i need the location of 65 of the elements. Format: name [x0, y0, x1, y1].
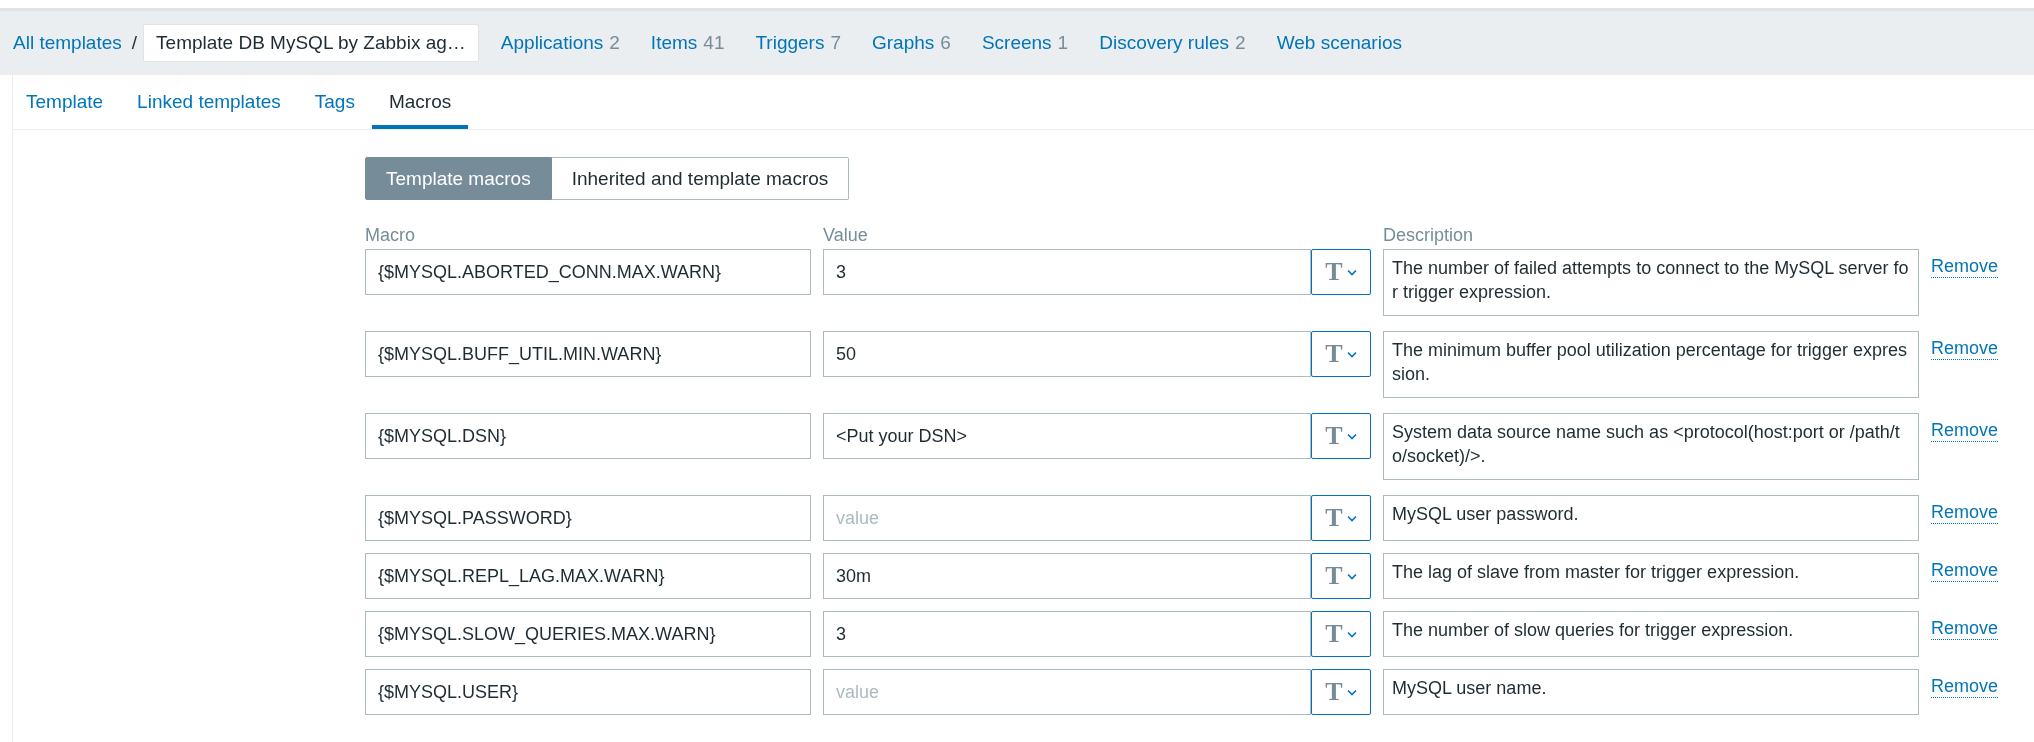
- nav-count: 1: [1057, 32, 1069, 54]
- chevron-down-icon: [1346, 514, 1357, 522]
- macro-field[interactable]: {$MYSQL.SLOW_QUERIES.MAX.WARN}: [365, 611, 811, 657]
- type-dropdown-button[interactable]: T: [1311, 495, 1371, 541]
- nav-count: 2: [1235, 32, 1246, 54]
- value-field[interactable]: <Put your DSN>: [823, 413, 1311, 459]
- chevron-down-icon: [1346, 350, 1357, 358]
- view-toggle-button[interactable]: Template macros: [365, 157, 552, 200]
- tab[interactable]: Linked templates: [120, 75, 298, 129]
- type-dropdown-button[interactable]: T: [1311, 669, 1371, 715]
- remove-link[interactable]: Remove: [1931, 560, 1999, 582]
- description-field[interactable]: The minimum buffer pool utilization percentage for trigger expression.: [1383, 331, 1919, 398]
- description-field[interactable]: The lag of slave from master for trigger expression.: [1383, 553, 1919, 599]
- nav-count: 41: [703, 32, 725, 54]
- value-field[interactable]: 3: [823, 249, 1311, 295]
- macro-field[interactable]: {$MYSQL.USER}: [365, 669, 811, 715]
- remove-link[interactable]: Remove: [1931, 420, 1999, 442]
- remove-link[interactable]: Remove: [1931, 338, 1999, 360]
- chevron-down-icon: [1346, 572, 1357, 580]
- nav-link[interactable]: Screens: [981, 32, 1052, 54]
- nav-link[interactable]: Discovery rules: [1099, 32, 1230, 54]
- tab[interactable]: Template: [9, 75, 121, 129]
- chevron-down-icon: [1346, 688, 1357, 696]
- value-field[interactable]: 3: [823, 611, 1311, 657]
- macro-field[interactable]: {$MYSQL.DSN}: [365, 413, 811, 459]
- nav-link[interactable]: Graphs: [872, 32, 935, 54]
- tab[interactable]: Tags: [297, 75, 372, 129]
- nav-count: 7: [830, 32, 841, 54]
- description-field[interactable]: MySQL user password.: [1383, 495, 1919, 541]
- description-field[interactable]: The number of failed attempts to connect to the MySQL server for trigger expression.: [1383, 249, 1919, 316]
- type-dropdown-button[interactable]: T: [1311, 553, 1371, 599]
- column-header: Macro: [365, 225, 416, 247]
- view-toggle-button[interactable]: Inherited and template macros: [551, 157, 850, 200]
- type-dropdown-button[interactable]: T: [1311, 249, 1371, 295]
- remove-link[interactable]: Remove: [1931, 676, 1999, 698]
- column-header: Value: [823, 225, 869, 247]
- type-dropdown-button[interactable]: T: [1311, 611, 1371, 657]
- current-template-link[interactable]: Template DB MySQL by Zabbix ag…: [143, 24, 479, 62]
- tab[interactable]: Macros: [371, 75, 469, 129]
- remove-link[interactable]: Remove: [1931, 618, 1999, 640]
- type-dropdown-button[interactable]: T: [1311, 331, 1371, 377]
- nav-link[interactable]: Items: [650, 32, 698, 54]
- chevron-down-icon: [1346, 268, 1357, 276]
- nav-count: 2: [609, 32, 620, 54]
- breadcrumb-separator: /: [131, 32, 138, 54]
- description-field[interactable]: The number of slow queries for trigger expression.: [1383, 611, 1919, 657]
- nav-link[interactable]: Triggers: [755, 32, 825, 54]
- nav-link[interactable]: Applications: [500, 32, 604, 54]
- remove-link[interactable]: Remove: [1931, 502, 1999, 524]
- macro-field[interactable]: {$MYSQL.BUFF_UTIL.MIN.WARN}: [365, 331, 811, 377]
- value-field[interactable]: 50: [823, 331, 1311, 377]
- macro-field[interactable]: {$MYSQL.REPL_LAG.MAX.WARN}: [365, 553, 811, 599]
- macro-field[interactable]: {$MYSQL.PASSWORD}: [365, 495, 811, 541]
- description-field[interactable]: MySQL user name.: [1383, 669, 1919, 715]
- remove-link[interactable]: Remove: [1931, 256, 1999, 278]
- description-field[interactable]: System data source name such as <protocol(host:port or /path/to/socket)/>.: [1383, 413, 1919, 480]
- type-dropdown-button[interactable]: T: [1311, 413, 1371, 459]
- column-header: Description: [1383, 225, 1475, 247]
- nav-link[interactable]: Web scenarios: [1276, 32, 1402, 54]
- chevron-down-icon: [1346, 432, 1357, 440]
- chevron-down-icon: [1346, 630, 1357, 638]
- value-field[interactable]: 30m: [823, 553, 1311, 599]
- breadcrumb-link[interactable]: All templates: [13, 32, 122, 54]
- nav-count: 6: [940, 32, 951, 54]
- macro-field[interactable]: {$MYSQL.ABORTED_CONN.MAX.WARN}: [365, 249, 811, 295]
